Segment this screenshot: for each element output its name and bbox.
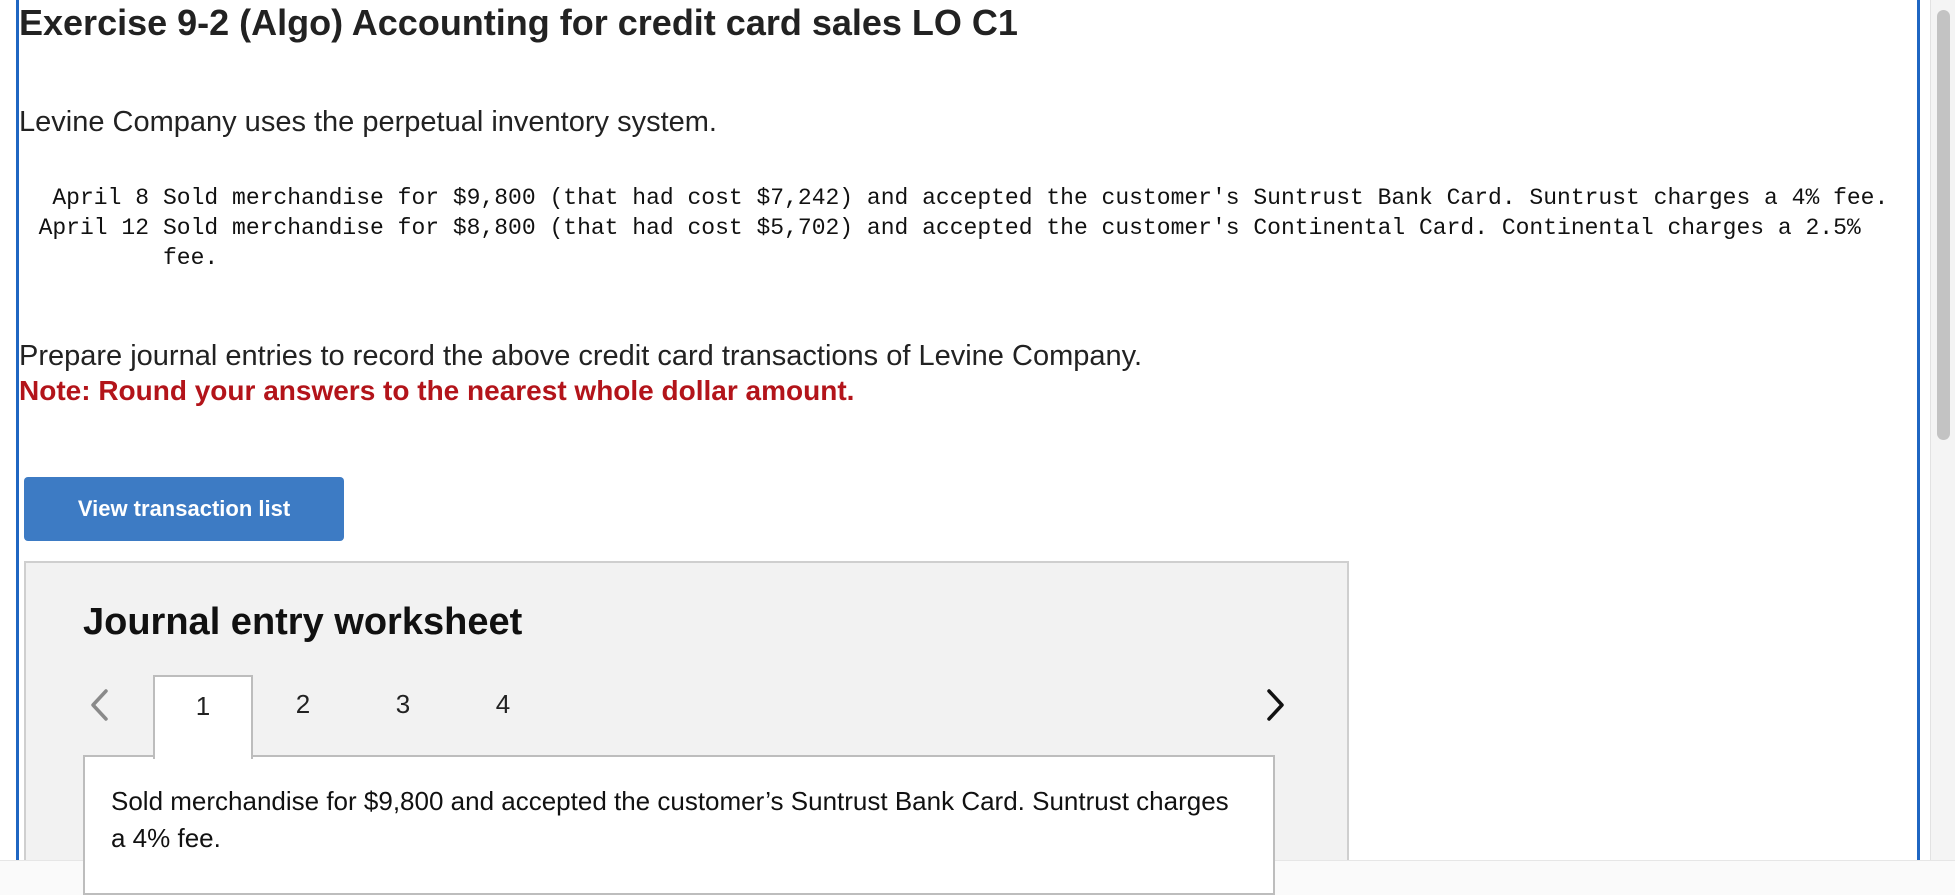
transaction-date: April 8 [52, 185, 149, 211]
transaction-table: April 8 Sold merchandise for $9,800 (tha… [19, 183, 1913, 273]
entry-description-panel: Sold merchandise for $9,800 and accepted… [83, 755, 1275, 895]
problem-prompt: Prepare journal entries to record the ab… [19, 340, 1143, 372]
next-entry-button[interactable] [1261, 680, 1291, 730]
transaction-description: Sold merchandise for $8,800 (that had co… [163, 215, 1861, 271]
transaction-row: April 12 Sold merchandise for $8,800 (th… [19, 213, 1913, 273]
problem-intro: Levine Company uses the perpetual invent… [19, 106, 717, 138]
vertical-scrollbar[interactable] [1930, 0, 1955, 860]
transaction-date: April 12 [38, 215, 149, 241]
entry-description: Sold merchandise for $9,800 and accepted… [111, 786, 1229, 853]
journal-entry-worksheet: Journal entry worksheet 1 2 3 4 Sold mer… [24, 561, 1349, 895]
chevron-left-icon [91, 689, 108, 721]
page-title: Exercise 9-2 (Algo) Accounting for credi… [19, 2, 1018, 43]
worksheet-title: Journal entry worksheet [83, 601, 523, 643]
tab-entry-2[interactable]: 2 [253, 675, 353, 757]
view-transaction-list-button[interactable]: View transaction list [24, 477, 344, 541]
rounding-note: Note: Round your answers to the nearest … [19, 375, 855, 406]
frame-right-border [1917, 0, 1920, 860]
entry-tabs: 1 2 3 4 [153, 675, 553, 759]
tab-entry-4[interactable]: 4 [453, 675, 553, 757]
chevron-right-icon [1267, 689, 1284, 721]
tab-entry-1[interactable]: 1 [153, 675, 253, 759]
scrollbar-thumb[interactable] [1937, 10, 1950, 440]
transaction-row: April 8 Sold merchandise for $9,800 (tha… [19, 183, 1913, 213]
tab-entry-3[interactable]: 3 [353, 675, 453, 757]
transaction-description: Sold merchandise for $9,800 (that had co… [163, 185, 1889, 211]
previous-entry-button[interactable] [84, 680, 114, 730]
